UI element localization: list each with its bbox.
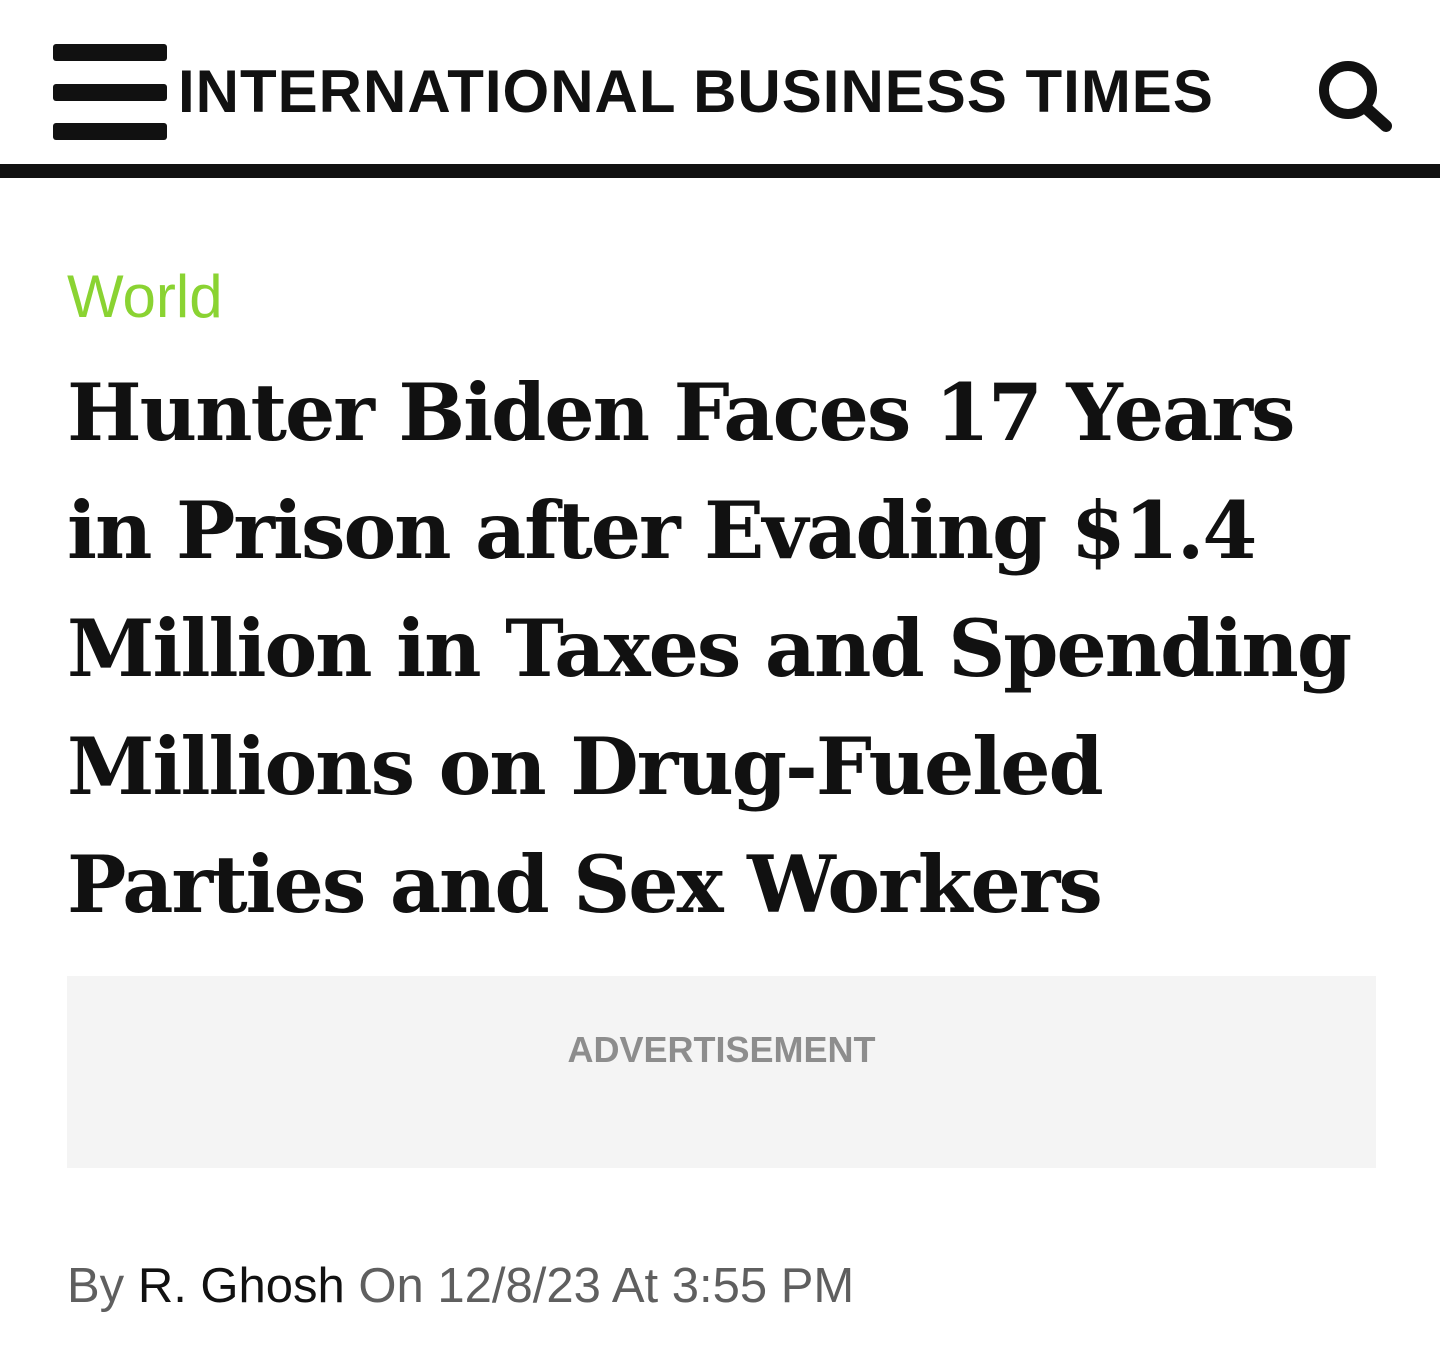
category-link[interactable]: World <box>67 262 223 332</box>
publish-date: 12/8/23 <box>437 1259 601 1313</box>
advertisement-slot[interactable]: ADVERTISEMENT <box>67 976 1376 1168</box>
advertisement-label: ADVERTISEMENT <box>567 1029 876 1070</box>
date-prefix: On <box>358 1259 424 1313</box>
menu-icon-bar <box>53 123 167 140</box>
time-prefix: At <box>611 1259 659 1313</box>
hamburger-menu-icon[interactable] <box>53 44 167 140</box>
publish-time: 3:55 PM <box>671 1259 855 1313</box>
menu-icon-bar <box>53 44 167 61</box>
article-byline: By R. Ghosh On 12/8/23 At 3:55 PM <box>67 1254 854 1318</box>
article-headline: Hunter Biden Faces 17 Years in Prison af… <box>67 366 1352 931</box>
menu-icon-bar <box>53 84 167 101</box>
search-icon[interactable] <box>1310 56 1396 136</box>
site-header: INTERNATIONAL BUSINESS TIMES <box>0 0 1440 178</box>
byline-prefix: By <box>67 1259 125 1313</box>
author-link[interactable]: R. Ghosh <box>138 1259 345 1313</box>
site-brand[interactable]: INTERNATIONAL BUSINESS TIMES <box>178 46 1288 138</box>
